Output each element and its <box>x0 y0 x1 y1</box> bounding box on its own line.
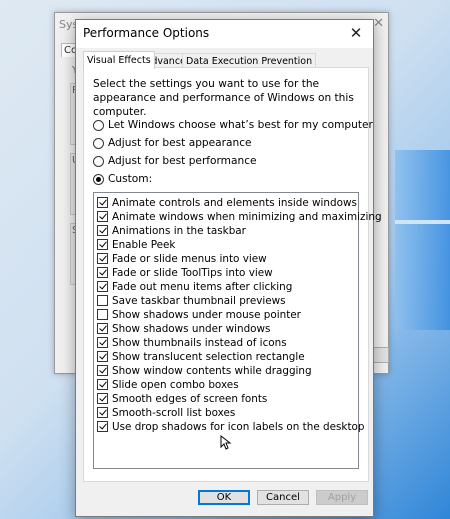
option-fade-tooltips[interactable]: Fade or slide ToolTips into view <box>97 266 273 279</box>
checkbox[interactable] <box>97 393 108 404</box>
checkbox[interactable] <box>97 225 108 236</box>
checkbox[interactable] <box>97 211 108 222</box>
title-bar[interactable]: Performance Options ✕ <box>76 20 373 48</box>
tab-visual-effects[interactable]: Visual Effects <box>83 51 155 69</box>
option-fade-menus[interactable]: Fade or slide menus into view <box>97 252 267 265</box>
mouse-cursor-icon <box>220 434 232 450</box>
checkbox[interactable] <box>97 365 108 376</box>
checkbox[interactable] <box>97 239 108 250</box>
radio-custom[interactable]: Custom: <box>93 172 152 186</box>
option-label: Smooth edges of screen fonts <box>112 392 268 405</box>
option-label: Show translucent selection rectangle <box>112 350 305 363</box>
radio-let-windows-choose[interactable]: Let Windows choose what’s best for my co… <box>93 118 373 132</box>
option-smooth-scroll[interactable]: Smooth-scroll list boxes <box>97 406 235 419</box>
close-button[interactable]: ✕ <box>339 20 373 48</box>
option-taskbar-animations[interactable]: Animations in the taskbar <box>97 224 246 237</box>
option-enable-peek[interactable]: Enable Peek <box>97 238 175 251</box>
checkbox[interactable] <box>97 323 108 334</box>
cancel-button[interactable]: Cancel <box>257 490 309 505</box>
option-label: Show shadows under mouse pointer <box>112 308 301 321</box>
option-label: Animations in the taskbar <box>112 224 246 237</box>
apply-button[interactable]: Apply <box>316 490 368 505</box>
option-smooth-fonts[interactable]: Smooth edges of screen fonts <box>97 392 267 405</box>
option-slide-combo[interactable]: Slide open combo boxes <box>97 378 239 391</box>
option-label: Show thumbnails instead of icons <box>112 336 287 349</box>
checkbox[interactable] <box>97 197 108 208</box>
radio-label: Custom: <box>108 173 153 185</box>
checkbox[interactable] <box>97 281 108 292</box>
option-label: Show window contents while dragging <box>112 364 312 377</box>
windows-logo-glow <box>395 150 450 330</box>
checkbox[interactable] <box>97 267 108 278</box>
option-window-contents-drag[interactable]: Show window contents while dragging <box>97 364 312 377</box>
option-label: Smooth-scroll list boxes <box>112 406 236 419</box>
radio-best-performance[interactable]: Adjust for best performance <box>93 154 257 168</box>
back-window-button[interactable] <box>373 347 389 363</box>
checkbox[interactable] <box>97 421 108 432</box>
option-animate-controls[interactable]: Animate controls and elements inside win… <box>97 196 357 209</box>
close-icon: ✕ <box>349 24 363 42</box>
checkbox[interactable] <box>97 337 108 348</box>
radio-button[interactable] <box>93 119 104 131</box>
option-translucent-selection[interactable]: Show translucent selection rectangle <box>97 350 305 363</box>
radio-label: Let Windows choose what’s best for my co… <box>108 119 373 131</box>
option-label: Fade or slide menus into view <box>112 252 267 265</box>
radio-button[interactable] <box>93 173 104 185</box>
option-label: Animate windows when minimizing and maxi… <box>112 210 382 223</box>
option-label: Save taskbar thumbnail previews <box>112 294 286 307</box>
radio-best-appearance[interactable]: Adjust for best appearance <box>93 136 252 150</box>
checkbox[interactable] <box>97 295 108 306</box>
dialog-title: Performance Options <box>83 26 210 40</box>
option-label: Show shadows under windows <box>112 322 271 335</box>
checkbox[interactable] <box>97 379 108 390</box>
option-pointer-shadows[interactable]: Show shadows under mouse pointer <box>97 308 301 321</box>
option-animate-windows[interactable]: Animate windows when minimizing and maxi… <box>97 210 382 223</box>
option-window-shadows[interactable]: Show shadows under windows <box>97 322 270 335</box>
option-label: Use drop shadows for icon labels on the … <box>112 420 365 433</box>
radio-label: Adjust for best appearance <box>108 137 252 149</box>
checkbox[interactable] <box>97 309 108 320</box>
checkbox[interactable] <box>97 407 108 418</box>
radio-button[interactable] <box>93 155 104 167</box>
option-save-thumbnails[interactable]: Save taskbar thumbnail previews <box>97 294 286 307</box>
option-show-thumbnails[interactable]: Show thumbnails instead of icons <box>97 336 287 349</box>
checkbox[interactable] <box>97 351 108 362</box>
option-label: Fade out menu items after clicking <box>112 280 293 293</box>
option-label: Fade or slide ToolTips into view <box>112 266 273 279</box>
checkbox[interactable] <box>97 253 108 264</box>
visual-effects-list[interactable]: Animate controls and elements inside win… <box>93 192 382 469</box>
option-label: Enable Peek <box>112 238 176 251</box>
back-close-icon[interactable]: ✕ <box>373 16 384 31</box>
option-drop-shadows-labels[interactable]: Use drop shadows for icon labels on the … <box>97 420 364 433</box>
option-fade-menu-items[interactable]: Fade out menu items after clicking <box>97 280 292 293</box>
option-label: Slide open combo boxes <box>112 378 239 391</box>
windows-logo-divider <box>395 220 450 224</box>
radio-label: Adjust for best performance <box>108 155 257 167</box>
option-label: Animate controls and elements inside win… <box>112 196 357 209</box>
description-text: Select the settings you want to use for … <box>93 78 354 118</box>
ok-button[interactable]: OK <box>198 490 250 505</box>
radio-button[interactable] <box>93 137 104 149</box>
visual-effects-panel: Select the settings you want to use for … <box>83 67 382 482</box>
